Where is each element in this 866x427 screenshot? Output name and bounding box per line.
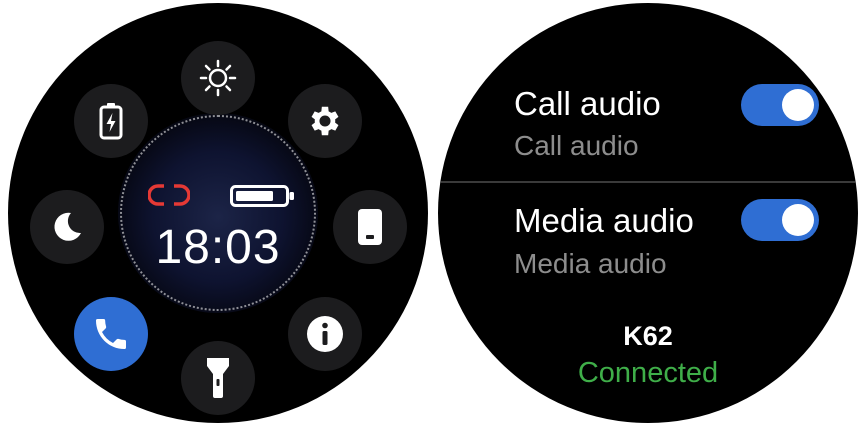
disconnected-link-icon <box>148 184 190 206</box>
brightness-tile[interactable] <box>181 41 255 115</box>
find-phone-tile[interactable] <box>333 190 407 264</box>
flashlight-icon <box>207 358 229 398</box>
connection-status: Connected <box>577 357 719 389</box>
device-name: K62 <box>623 321 673 351</box>
toggle-knob <box>782 204 814 236</box>
battery-icon <box>230 185 294 207</box>
battery-saver-tile[interactable] <box>74 84 148 158</box>
call-audio-tile[interactable] <box>74 297 148 371</box>
call-audio-subtitle: Call audio <box>514 130 639 161</box>
media-audio-title: Media audio <box>514 202 694 239</box>
row-divider <box>438 181 858 183</box>
sun-icon <box>199 59 237 97</box>
clock-time: 18:03 <box>155 221 281 274</box>
do-not-disturb-tile[interactable] <box>30 190 104 264</box>
gear-icon <box>311 106 339 136</box>
media-audio-subtitle: Media audio <box>514 248 667 279</box>
battery-charging-icon <box>99 103 123 140</box>
settings-tile[interactable] <box>288 84 362 158</box>
call-audio-toggle[interactable] <box>741 84 819 126</box>
status-row <box>118 181 318 211</box>
phone-icon <box>358 209 382 245</box>
phone-handset-icon <box>96 319 126 349</box>
moon-icon <box>54 212 81 241</box>
media-audio-toggle[interactable] <box>741 199 819 241</box>
audio-settings-watch-face: Call audio Call audio Media audio Media … <box>438 3 858 423</box>
info-tile[interactable] <box>288 297 362 371</box>
info-icon <box>307 316 343 352</box>
toggle-knob <box>782 89 814 121</box>
dotted-ring <box>120 115 316 311</box>
flashlight-tile[interactable] <box>181 341 255 415</box>
call-audio-title: Call audio <box>514 85 661 122</box>
quick-panel-watch-face: 18:03 <box>8 3 428 423</box>
